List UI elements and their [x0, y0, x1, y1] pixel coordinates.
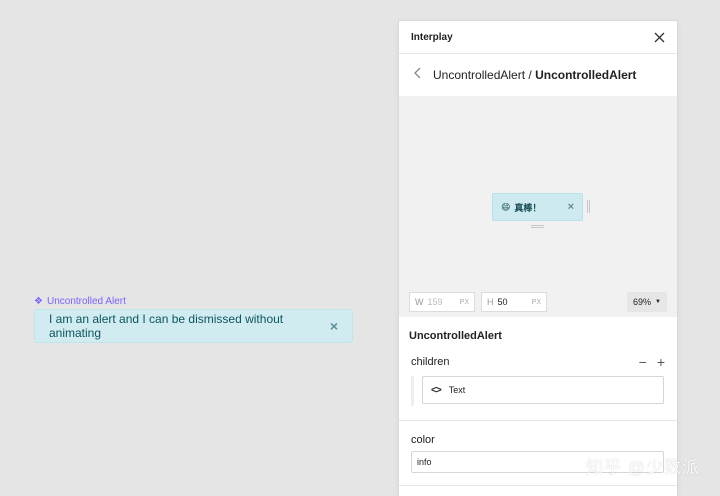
color-value: info — [417, 457, 432, 467]
close-icon[interactable] — [654, 32, 665, 43]
preview-alert-message: 😄 真棒！ — [501, 201, 541, 214]
resize-handle-bottom[interactable] — [531, 225, 544, 228]
zoom-value: 69% — [633, 297, 652, 307]
resize-handle-right[interactable] — [587, 200, 590, 213]
remove-child-button[interactable]: − — [639, 354, 647, 370]
height-unit: PX — [531, 298, 541, 306]
component-label-text: Uncontrolled Alert — [46, 296, 126, 307]
canvas-alert[interactable]: I am an alert and I can be dismissed wit… — [34, 309, 353, 343]
children-controls: − + — [639, 354, 665, 370]
child-item-text[interactable]: <> Text — [422, 376, 664, 404]
component-preview: 😄 真棒！ × — [399, 96, 677, 317]
width-label: W — [415, 297, 424, 307]
height-label: H — [487, 297, 494, 307]
children-list: <> Text — [411, 376, 664, 406]
emoji-icon: 😄 — [501, 201, 511, 212]
watermark: 知乎 @少数派 — [586, 458, 700, 477]
breadcrumb-separator: / — [528, 68, 532, 82]
width-unit: PX — [459, 298, 469, 306]
component-icon: ❖ — [34, 295, 43, 307]
children-label: children — [411, 356, 450, 368]
zoom-dropdown[interactable]: 69% ▼ — [627, 292, 667, 312]
child-item-label: Text — [448, 385, 466, 395]
dropdown-caret-icon: ▼ — [655, 299, 661, 305]
code-icon: <> — [431, 384, 442, 396]
panel-title: Interplay — [411, 31, 453, 43]
height-field[interactable]: H 50 PX — [481, 292, 547, 312]
preview-alert-text: 真棒！ — [514, 202, 542, 213]
breadcrumb-parent[interactable]: UncontrolledAlert — [433, 68, 525, 82]
size-controls: W 159 PX H 50 PX 69% ▼ — [399, 288, 677, 316]
divider — [399, 485, 677, 486]
breadcrumb-text: UncontrolledAlert / UncontrolledAlert — [433, 68, 636, 82]
back-chevron-icon[interactable] — [413, 66, 423, 85]
divider — [399, 420, 677, 421]
color-label: color — [411, 434, 435, 446]
breadcrumb: UncontrolledAlert / UncontrolledAlert — [399, 54, 677, 96]
component-name: UncontrolledAlert — [409, 330, 502, 342]
preview-alert[interactable]: 😄 真棒！ × — [492, 193, 583, 221]
children-prop-header: children − + — [399, 351, 677, 373]
preview-dismiss-icon[interactable]: × — [568, 201, 574, 213]
breadcrumb-current: UncontrolledAlert — [535, 68, 637, 82]
height-value: 50 — [497, 297, 508, 307]
interplay-panel: Interplay UncontrolledAlert / Uncontroll… — [399, 21, 677, 496]
alert-dismiss-icon[interactable]: × — [330, 318, 338, 334]
width-field[interactable]: W 159 PX — [409, 292, 475, 312]
add-child-button[interactable]: + — [657, 354, 665, 370]
panel-header: Interplay — [399, 21, 677, 54]
width-value: 159 — [427, 297, 443, 307]
component-label[interactable]: ❖ Uncontrolled Alert — [34, 296, 126, 307]
canvas-alert-text: I am an alert and I can be dismissed wit… — [49, 312, 284, 340]
